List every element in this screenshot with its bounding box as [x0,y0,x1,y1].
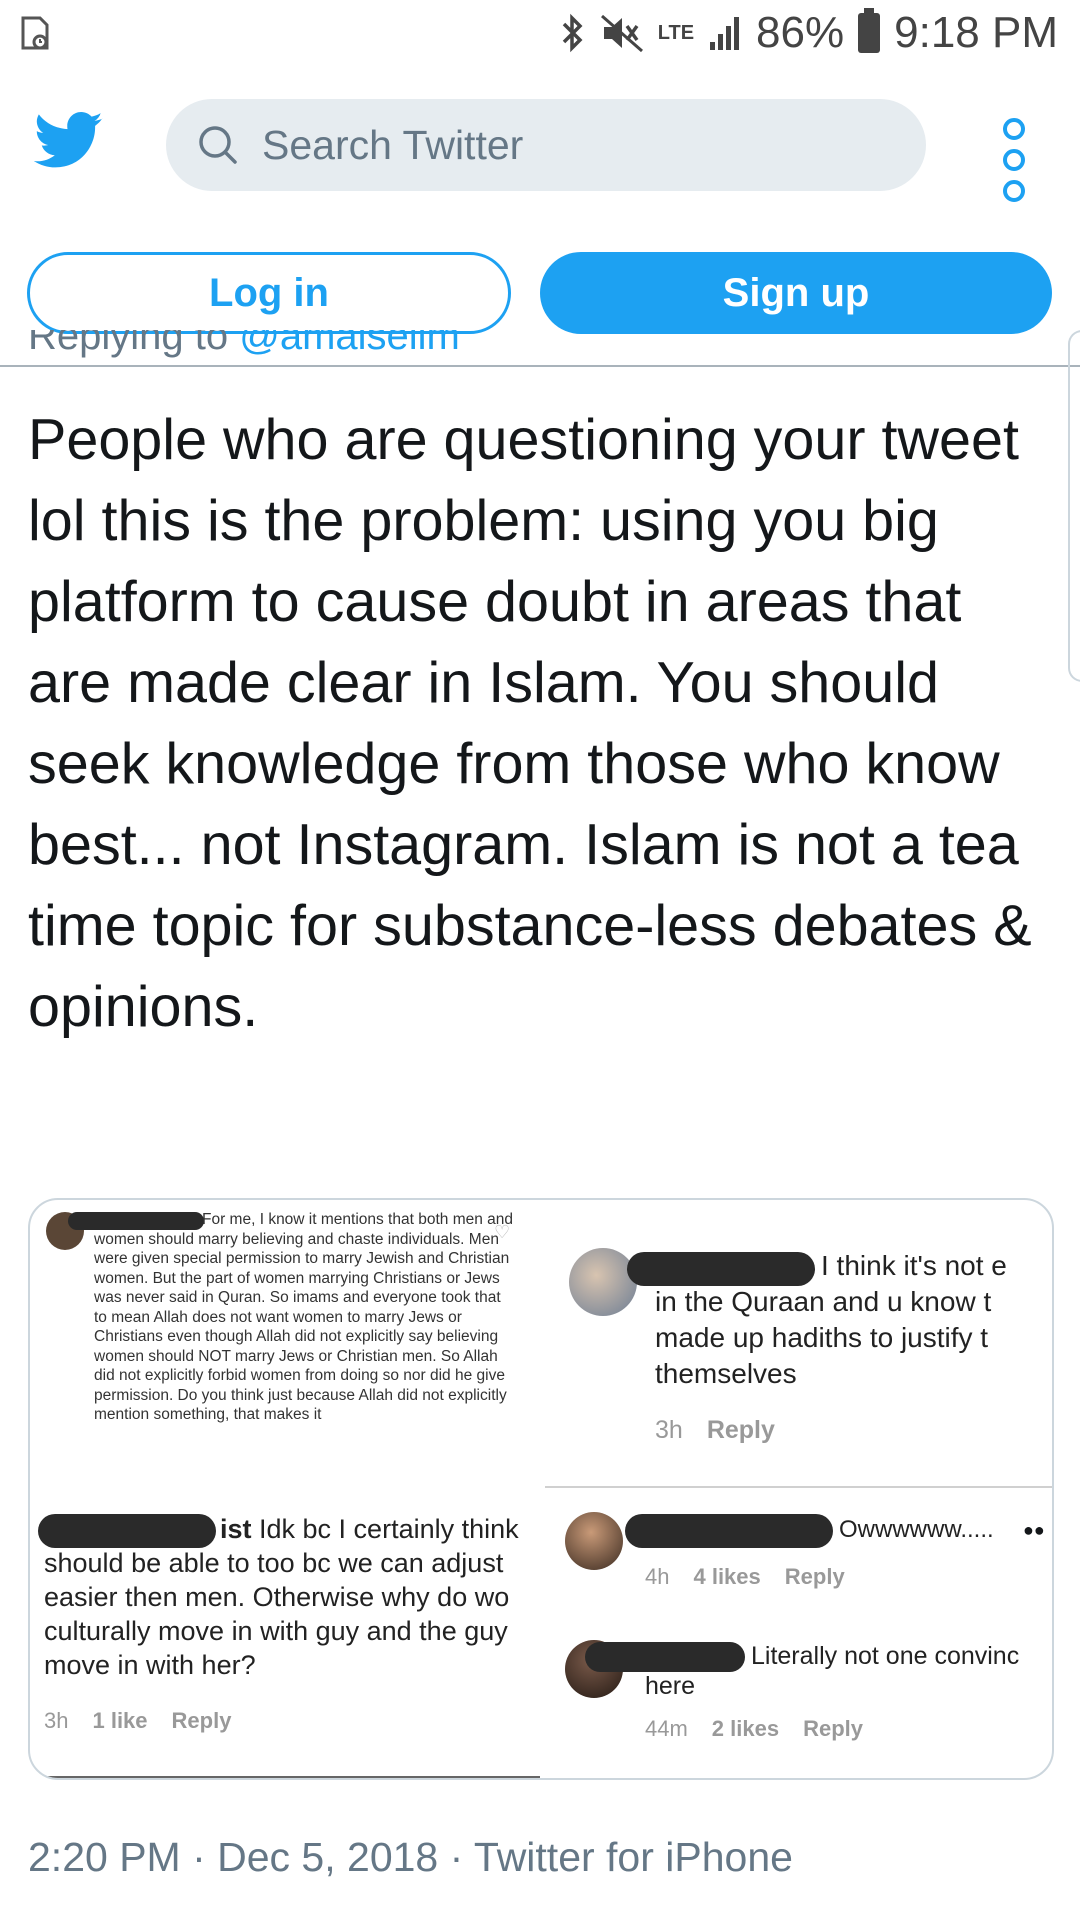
panel-divider [545,1486,1052,1488]
twitter-logo-icon[interactable] [34,112,104,170]
signup-button[interactable]: Sign up [540,252,1052,334]
battery-icon [858,8,881,53]
reply-link[interactable]: Reply [785,1564,845,1590]
redaction-bar [38,1514,216,1548]
comment-time: 3h [655,1416,683,1444]
avatar [569,1248,637,1316]
comment-line: here [645,1672,696,1700]
redaction-bar [625,1514,833,1548]
like-count[interactable]: 2 likes [712,1716,779,1742]
status-bar: LTE 86% 9:18 PM [0,0,1080,72]
signal-icon [710,17,740,50]
clock: 9:18 PM [894,8,1058,57]
redaction-bar [627,1252,815,1286]
eyes-emoji-icon: ●● [1023,1520,1045,1540]
battery-percent: 86% [756,8,845,57]
search-input[interactable] [260,120,824,170]
panel-divider [30,1776,540,1778]
like-count[interactable]: 4 likes [693,1564,760,1590]
comment-5: Literally not one convinc here 44m 2 lik… [545,1600,1052,1770]
comment-time: 44m [645,1716,688,1741]
search-bar[interactable] [166,99,926,191]
comment-meta: 3h Reply [655,1416,775,1445]
username-suffix: ist [220,1514,252,1544]
reply-link[interactable]: Reply [803,1716,863,1742]
comment-3: ist Idk bc I certainly think should be a… [30,1490,542,1776]
comment-4: Owwwwww..... ●● 4h 4 likes Reply [545,1490,1052,1610]
replying-prefix: Replying to [28,330,240,358]
network-type: LTE [657,22,695,44]
tweet-timestamp[interactable]: 2:20 PM · Dec 5, 2018 · Twitter for iPho… [28,1834,793,1881]
comment-time: 4h [645,1564,670,1589]
comment-line: ist Idk bc I certainly think [220,1514,519,1545]
replying-handle-link[interactable]: @amaiselim [239,330,460,358]
reply-link[interactable]: Reply [172,1708,232,1734]
scroll-edge [1068,330,1080,682]
mute-icon [600,14,643,53]
comment-long: For me, I know it mentions that both men… [30,1200,542,1480]
comment-line: in the Quraan and u know t [655,1286,992,1317]
comment-meta: 4h 4 likes Reply [645,1564,845,1590]
more-options-icon[interactable] [1000,118,1028,202]
comment-text: For me, I know it mentions that both men… [94,1211,514,1423]
comment-meta: 3h 1 like Reply [44,1708,231,1734]
comment-line: move in with her? [44,1650,256,1680]
replying-to: Replying to @amaiselim [28,330,728,366]
comment-line: made up hadiths to justify t [655,1322,989,1353]
avatar [565,1512,623,1570]
sim-card-icon [21,16,49,50]
like-count[interactable]: 1 like [92,1708,147,1734]
comment-line: Literally not one convinc [751,1642,1020,1670]
comment-2: I think it's not e in the Quraan and u k… [545,1200,1052,1486]
comment-meta: 44m 2 likes Reply [645,1716,863,1742]
heart-icon: ♡ [494,1222,511,1242]
comment-line: themselves [655,1358,797,1389]
tweet-media-image[interactable]: For me, I know it mentions that both men… [28,1198,1054,1780]
comment-line: culturally move in with guy and the guy [44,1616,508,1646]
comment-line: should be able to too bc we can adjust [44,1548,504,1578]
tweet-text: People who are questioning your tweet lo… [28,408,1032,1039]
reply-link[interactable]: Reply [707,1416,775,1445]
login-button[interactable]: Log in [27,252,511,334]
comment-text: Idk bc I certainly think [251,1514,519,1544]
comment-line: easier then men. Otherwise why do wo [44,1582,510,1612]
bluetooth-icon [562,13,583,53]
search-icon [199,126,237,164]
redaction-bar [585,1642,745,1672]
comment-time: 3h [44,1708,69,1733]
comment-text: Owwwwww..... [839,1516,994,1543]
comment-line: I think it's not e [821,1250,1007,1281]
